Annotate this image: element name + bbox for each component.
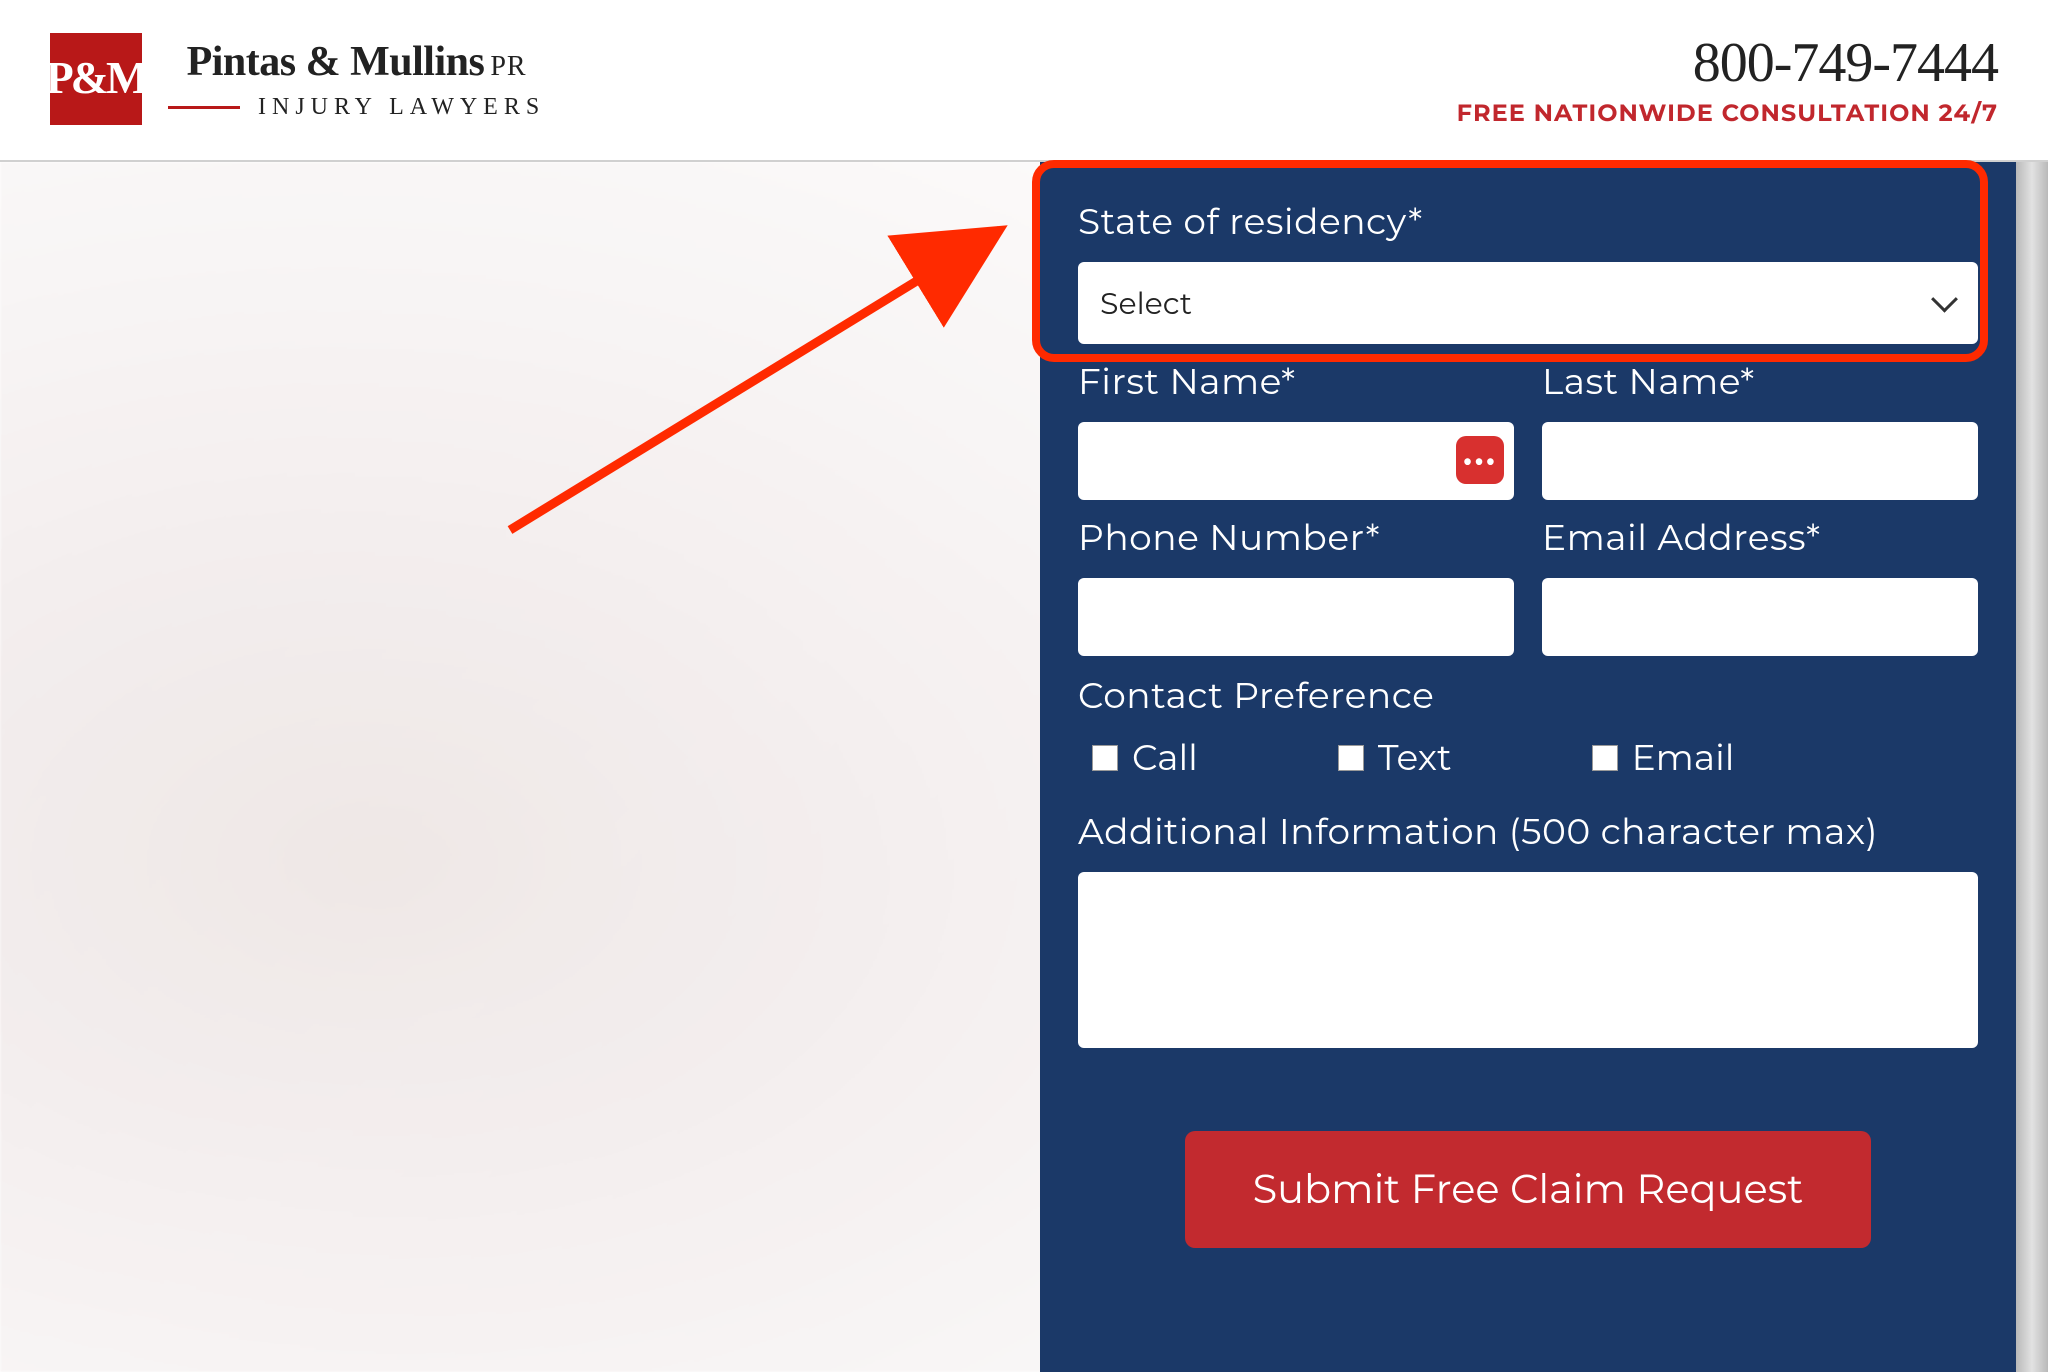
brand-name: Pintas & MullinsPR bbox=[187, 38, 527, 86]
tagline: FREE NATIONWIDE CONSULTATION 24/7 bbox=[1457, 99, 1998, 128]
brand-logo-icon: P&M bbox=[50, 33, 142, 125]
first-name-label: First Name* bbox=[1078, 360, 1514, 404]
pref-email-checkbox[interactable] bbox=[1592, 745, 1618, 771]
phone-input[interactable] bbox=[1078, 578, 1514, 656]
last-name-label: Last Name* bbox=[1542, 360, 1978, 404]
brand[interactable]: P&M Pintas & MullinsPR INJURY LAWYERS bbox=[50, 33, 545, 125]
site-header: P&M Pintas & MullinsPR INJURY LAWYERS 80… bbox=[0, 0, 2048, 160]
header-contact: 800-749-7444 FREE NATIONWIDE CONSULTATIO… bbox=[1457, 31, 1998, 128]
pref-text-checkbox[interactable] bbox=[1338, 745, 1364, 771]
contact-pref-label: Contact Preference bbox=[1078, 674, 1978, 718]
claim-form: State of residency* Select First Name* •… bbox=[1040, 162, 2016, 1372]
pref-text-label: Text bbox=[1378, 736, 1452, 780]
pref-call-checkbox[interactable] bbox=[1092, 745, 1118, 771]
pref-call-label: Call bbox=[1132, 736, 1198, 780]
pref-email-label: Email bbox=[1632, 736, 1735, 780]
phone-label: Phone Number* bbox=[1078, 516, 1514, 560]
additional-info-textarea[interactable] bbox=[1078, 872, 1978, 1048]
pref-call[interactable]: Call bbox=[1092, 736, 1198, 780]
pref-text[interactable]: Text bbox=[1338, 736, 1452, 780]
email-label: Email Address* bbox=[1542, 516, 1978, 560]
last-name-input[interactable] bbox=[1542, 422, 1978, 500]
hero-section: State of residency* Select First Name* •… bbox=[0, 160, 2048, 1372]
submit-button[interactable]: Submit Free Claim Request bbox=[1185, 1131, 1872, 1248]
additional-label: Additional Information (500 character ma… bbox=[1078, 810, 1978, 854]
email-input[interactable] bbox=[1542, 578, 1978, 656]
contact-pref-group: Call Text Email bbox=[1092, 736, 1978, 780]
first-name-input[interactable] bbox=[1078, 422, 1514, 500]
pref-email[interactable]: Email bbox=[1592, 736, 1735, 780]
brand-text: Pintas & MullinsPR INJURY LAWYERS bbox=[168, 38, 545, 121]
state-select-wrap: Select bbox=[1078, 262, 1978, 344]
scrollbar[interactable] bbox=[2016, 162, 2048, 1372]
brand-subtitle: INJURY LAWYERS bbox=[258, 94, 545, 121]
state-label: State of residency* bbox=[1078, 200, 1978, 244]
brand-rule-icon bbox=[168, 106, 240, 109]
state-select[interactable]: Select bbox=[1078, 262, 1978, 344]
phone-number[interactable]: 800-749-7444 bbox=[1457, 31, 1998, 95]
autofill-icon[interactable]: ••• bbox=[1456, 436, 1504, 484]
